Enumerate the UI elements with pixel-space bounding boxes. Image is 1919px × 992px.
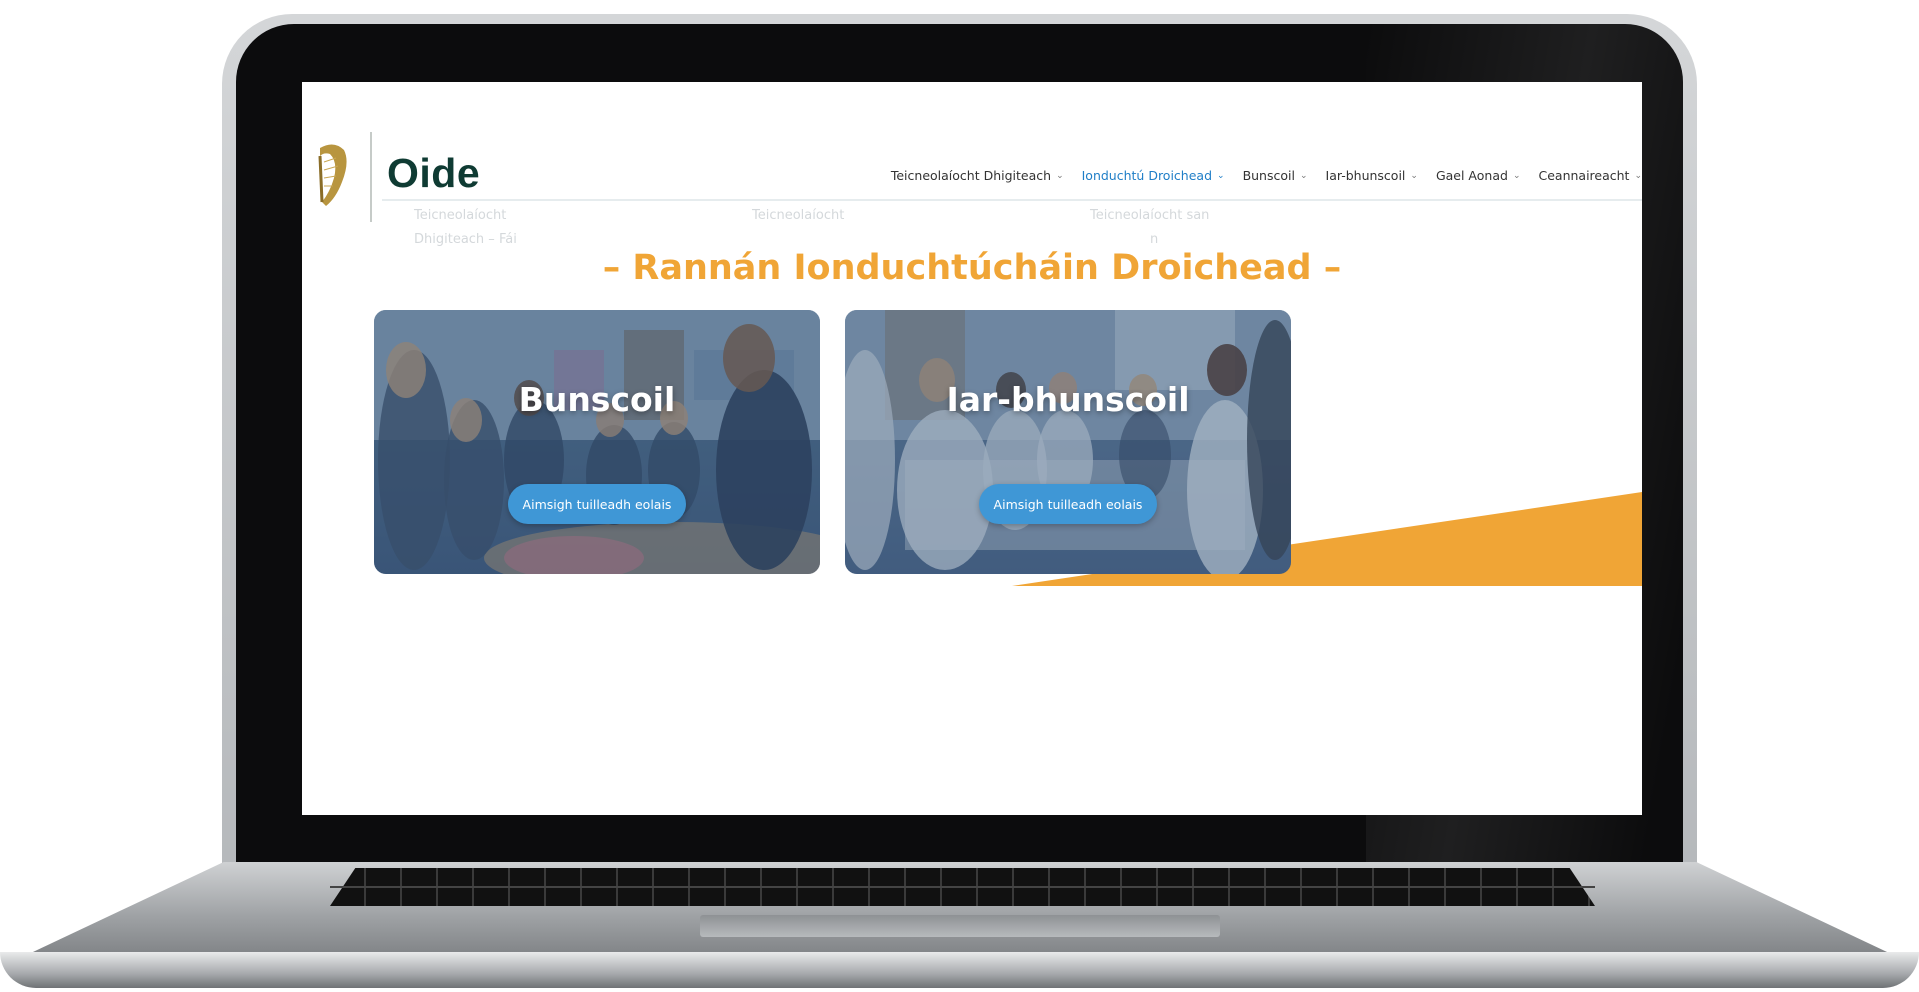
trackpad: [700, 915, 1220, 937]
learn-more-button[interactable]: Aimsigh tuilleadh eolais: [508, 484, 686, 524]
nav-item-label: Iar-bhunscoil: [1325, 168, 1406, 183]
nav-item-bunscoil[interactable]: Bunscoil ⌄: [1243, 168, 1308, 183]
ghost-menu-col3: Teicneolaíocht san n: [1090, 204, 1209, 252]
harp-icon[interactable]: [312, 142, 352, 212]
nav-item-ionduchtu[interactable]: Ionduchtú Droichead ⌄: [1082, 168, 1225, 183]
ghost-menu-text: Teicneolaíocht: [752, 208, 845, 223]
site-header: Oide Teicneolaíocht Dhigiteach ⌄ Ionduch…: [302, 82, 1642, 222]
nav-item-label: Ionduchtú Droichead: [1081, 168, 1213, 183]
chevron-down-icon: ⌄: [1056, 170, 1064, 181]
nav-item-label: Gael Aonad: [1435, 168, 1508, 183]
keyboard-divider: [330, 886, 1595, 888]
learn-more-button[interactable]: Aimsigh tuilleadh eolais: [979, 484, 1157, 524]
card-title: Bunscoil: [518, 380, 676, 419]
card-overlay: [374, 310, 820, 574]
laptop-base: [0, 952, 1919, 988]
main-nav: Teicneolaíocht Dhigiteach ⌄ Ionduchtú Dr…: [722, 168, 1642, 183]
ghost-menu-text: Teicneolaíocht: [414, 208, 507, 223]
header-divider: [382, 199, 1642, 201]
chevron-down-icon: ⌄: [1634, 170, 1642, 181]
page-heading: – Rannán Ionduchtúcháin Droichead –: [602, 248, 1342, 289]
chevron-down-icon: ⌄: [1512, 170, 1521, 181]
site-logo[interactable]: Oide: [387, 150, 480, 197]
logo-divider: [370, 132, 372, 222]
nav-item-teicneolaiocht[interactable]: Teicneolaíocht Dhigiteach ⌄: [891, 168, 1064, 183]
nav-item-ceannaireacht[interactable]: Ceannaireacht ⌄: [1538, 168, 1642, 183]
nav-item-label: Teicneolaíocht Dhigiteach: [890, 168, 1052, 183]
card-title: Iar-bhunscoil: [946, 380, 1190, 419]
chevron-down-icon: ⌄: [1410, 170, 1418, 181]
card-overlay: [845, 310, 1291, 574]
ghost-menu-text: Teicneolaíocht san: [1090, 208, 1210, 223]
nav-item-iar-bhunscoil[interactable]: Iar-bhunscoil ⌄: [1326, 168, 1418, 183]
nav-item-label: Bunscoil: [1242, 168, 1295, 183]
laptop-screen: Oide Teicneolaíocht Dhigiteach ⌄ Ionduch…: [302, 82, 1642, 815]
chevron-down-icon: ⌄: [1217, 170, 1225, 181]
card-bunscoil[interactable]: Bunscoil Aimsigh tuilleadh eolais: [374, 310, 820, 574]
ghost-menu-col2: Teicneolaíocht: [752, 204, 844, 228]
card-iar-bhunscoil[interactable]: Iar-bhunscoil Aimsigh tuilleadh eolais: [845, 310, 1291, 574]
ghost-menu-col1: Teicneolaíocht Dhigiteach – Fái: [414, 204, 517, 252]
nav-item-gael-aonad[interactable]: Gael Aonad ⌄: [1436, 168, 1521, 183]
nav-item-label: Ceannaireacht: [1538, 168, 1630, 183]
chevron-down-icon: ⌄: [1299, 170, 1308, 181]
